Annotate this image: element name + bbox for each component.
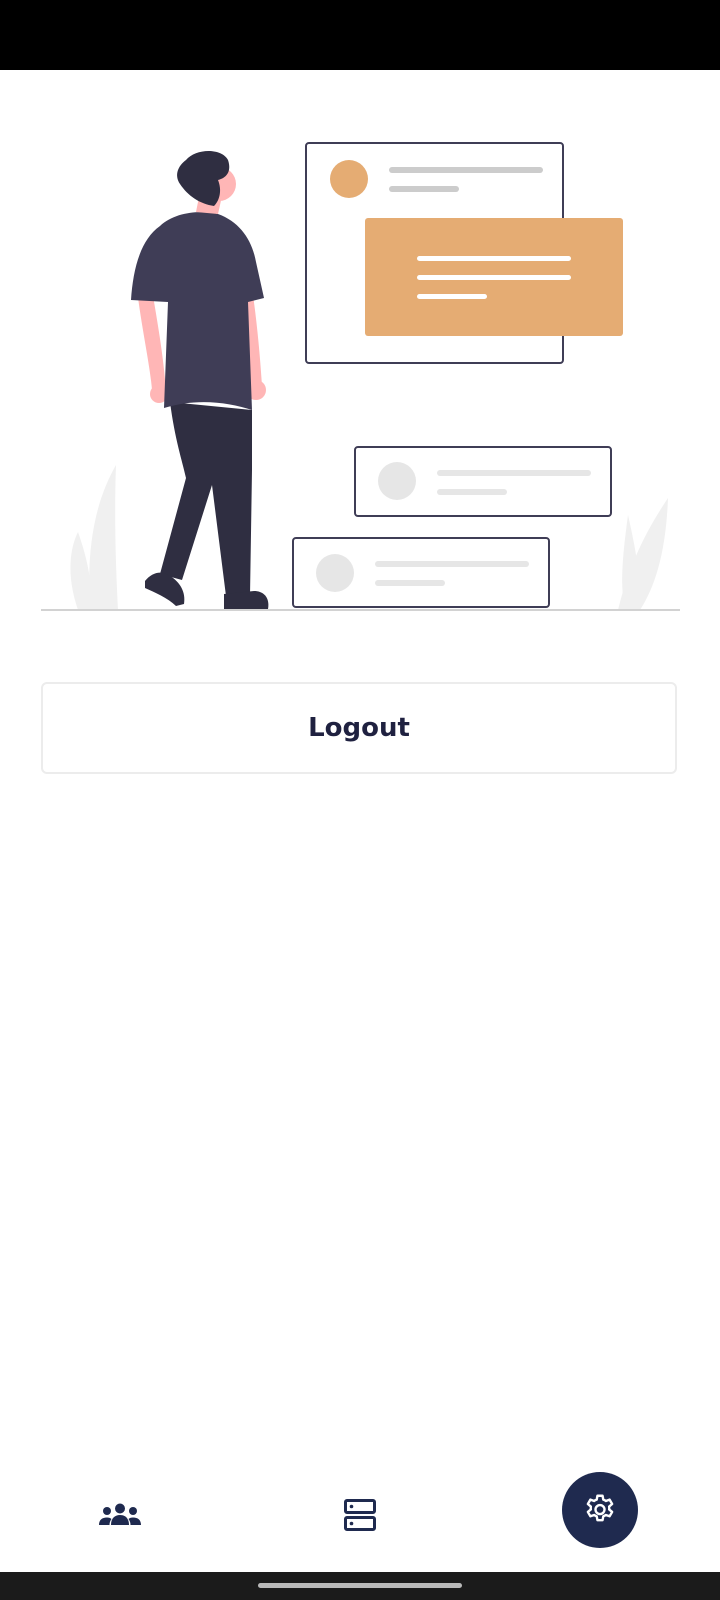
server-icon — [344, 1499, 376, 1531]
plant-left-tall — [89, 465, 118, 610]
large-card-avatar — [330, 160, 368, 198]
small-card-avatar — [316, 554, 354, 592]
person-figure — [131, 151, 269, 609]
large-card-line — [389, 167, 543, 173]
gesture-handle[interactable] — [258, 1583, 462, 1588]
system-navigation-bar — [0, 1572, 720, 1600]
bottom-navigation — [0, 1470, 720, 1570]
small-card-line — [375, 561, 529, 567]
gear-icon — [586, 1494, 614, 1522]
empty-state-illustration — [41, 142, 680, 611]
people-icon — [99, 1503, 141, 1525]
large-card-line — [389, 186, 459, 192]
plant-left — [70, 532, 92, 610]
small-card-avatar — [378, 462, 416, 500]
small-card-line — [437, 470, 591, 476]
small-card-line — [375, 580, 445, 586]
nav-item-settings[interactable] — [562, 1472, 638, 1548]
nav-item-people[interactable] — [85, 1480, 155, 1550]
logout-button[interactable]: Logout — [41, 682, 677, 774]
nav-item-servers[interactable] — [325, 1480, 395, 1550]
message-card-line — [417, 275, 571, 280]
status-bar — [0, 0, 720, 70]
logout-label: Logout — [308, 713, 410, 743]
small-card-line — [437, 489, 507, 495]
message-card-line — [417, 294, 487, 299]
message-card-line — [417, 256, 571, 261]
